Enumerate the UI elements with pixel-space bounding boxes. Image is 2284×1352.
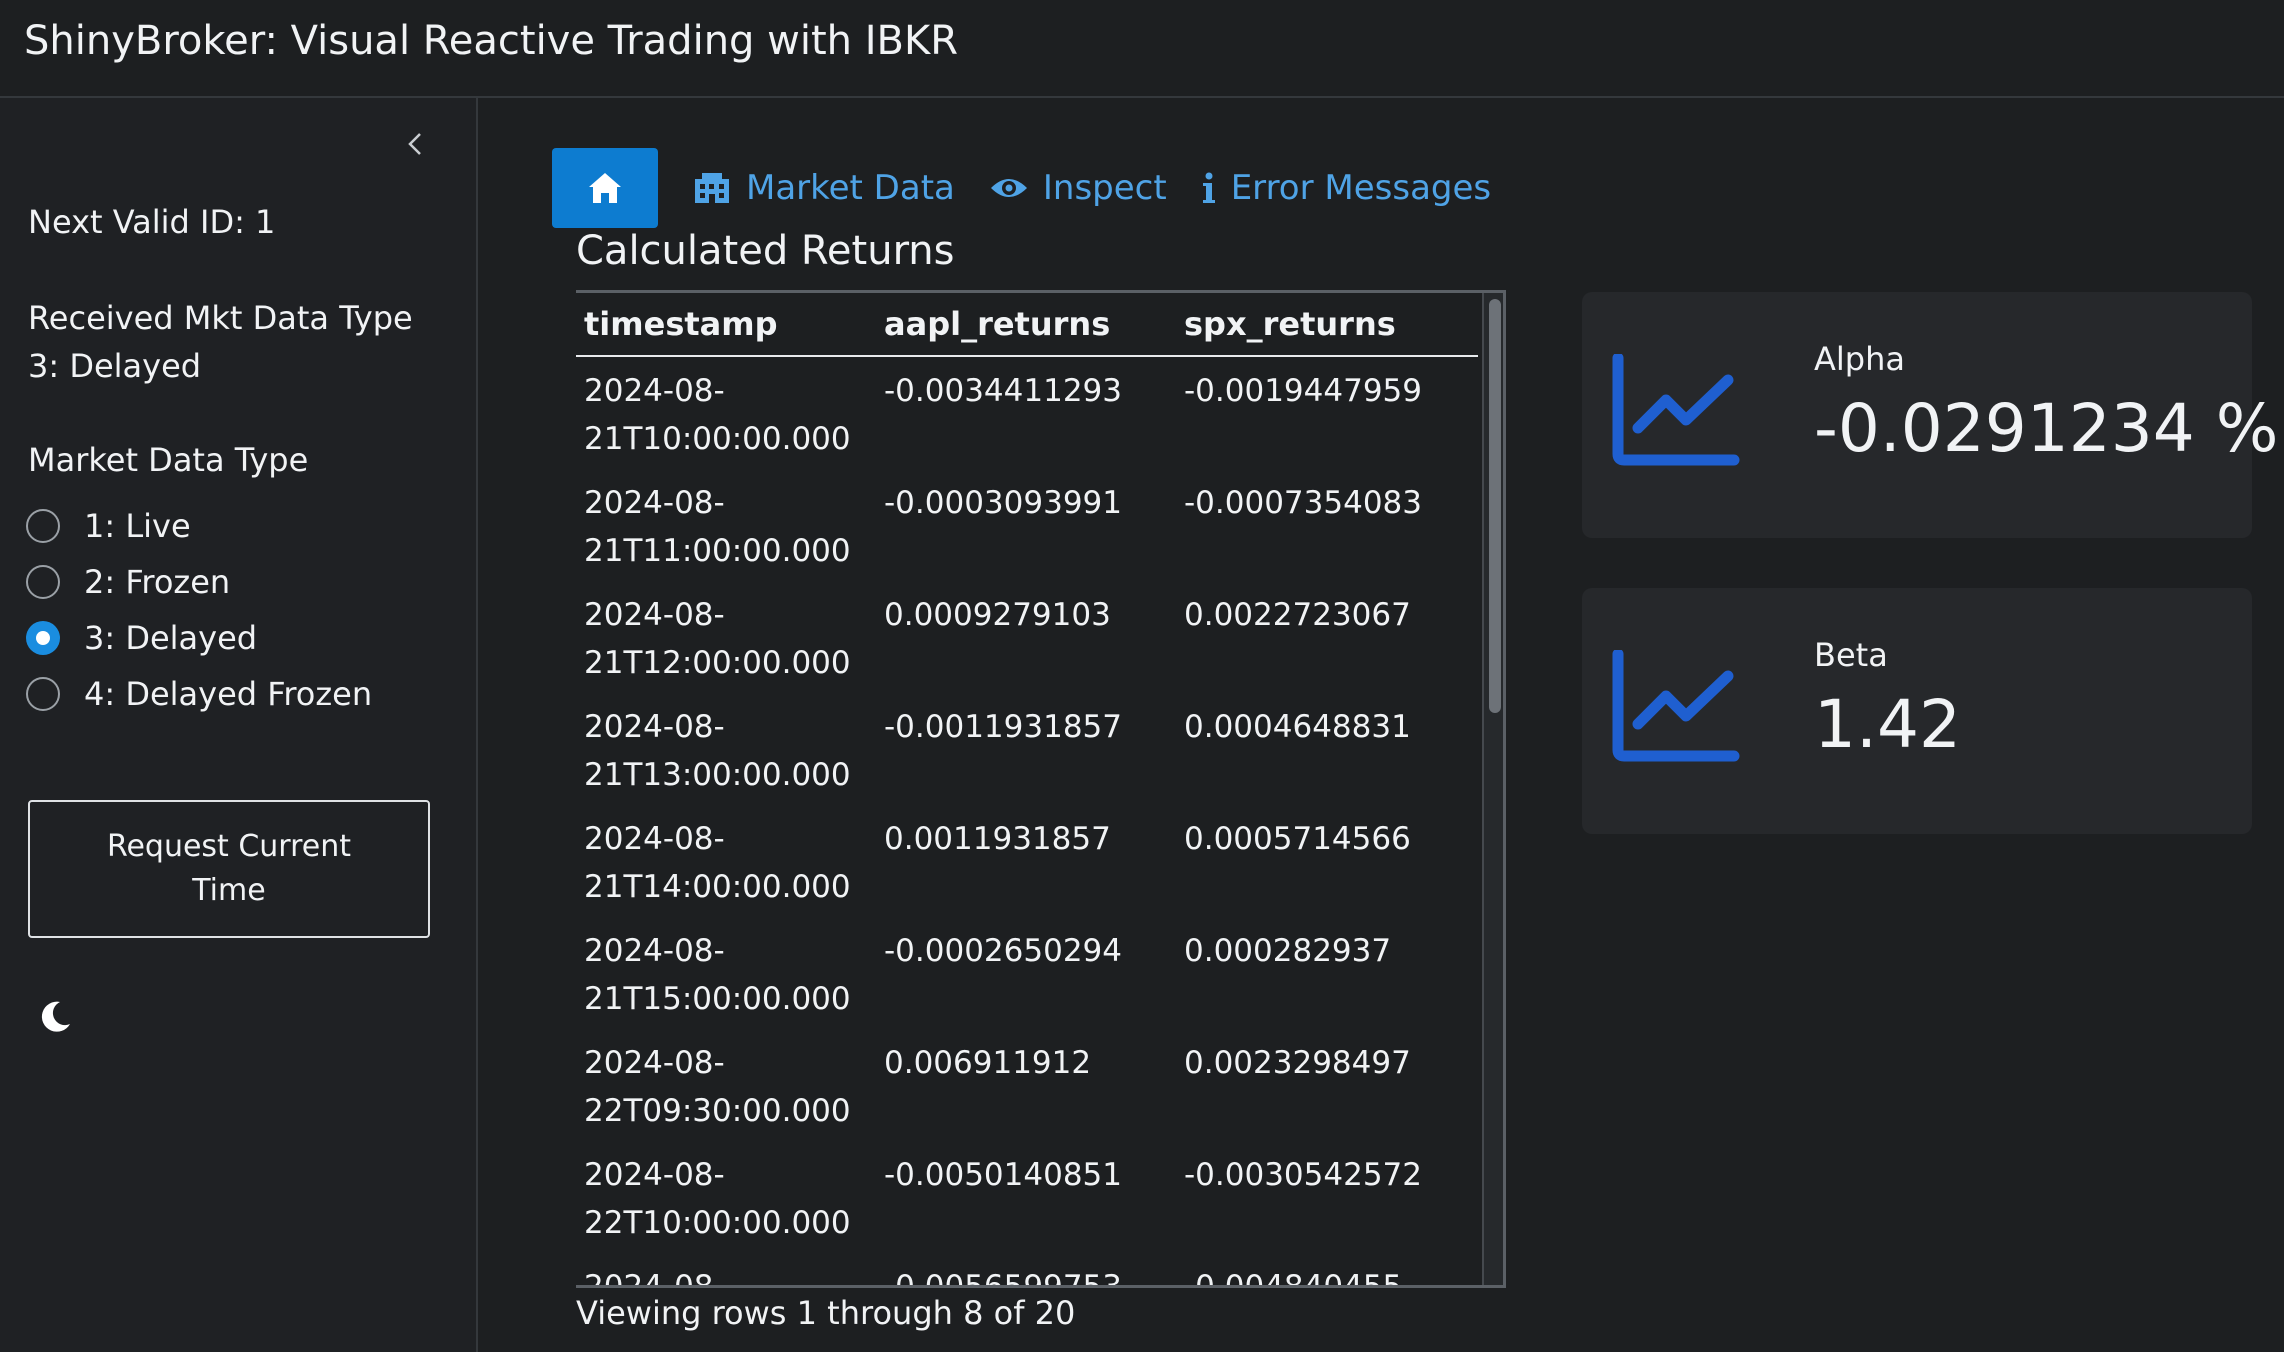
tab-label: Inspect <box>1042 168 1167 208</box>
cell-aapl-returns: -0.0003093991 <box>884 485 1122 521</box>
cell-timestamp: 2024-08- 21T15:00:00.000 <box>584 933 851 1017</box>
scrollbar-thumb[interactable] <box>1489 299 1501 713</box>
request-current-time-button[interactable]: Request Current Time <box>28 800 430 938</box>
cell-timestamp: 2024-08- <box>584 1269 725 1288</box>
tab-error-messages[interactable]: Error Messages <box>1201 168 1491 208</box>
column-header-aapl-returns[interactable]: aapl_returns <box>876 305 1176 343</box>
radio-button[interactable] <box>26 565 60 599</box>
sidebar-collapse-icon[interactable] <box>400 128 432 160</box>
cell-spx-returns: -0.004840455 <box>1184 1269 1403 1288</box>
table-scrollbar[interactable] <box>1482 293 1503 1285</box>
nav-tabs: Market Data Inspect Error Messages <box>552 148 1491 228</box>
alpha-value-box: Alpha -0.0291234 % <box>1582 292 2278 538</box>
next-valid-id-text: Next Valid ID: 1 <box>28 203 276 241</box>
table-header: timestamp aapl_returns spx_returns <box>576 293 1478 357</box>
cell-spx-returns: 0.0023298497 <box>1184 1045 1411 1081</box>
cell-aapl-returns: -0.0050140851 <box>884 1157 1122 1193</box>
alpha-value: -0.0291234 % <box>1814 390 2279 467</box>
eye-icon <box>990 179 1027 197</box>
app-title: ShinyBroker: Visual Reactive Trading wit… <box>24 18 958 64</box>
cell-aapl-returns: 0.0011931857 <box>884 821 1111 857</box>
tab-inspect[interactable]: Inspect <box>989 168 1167 208</box>
building-icon <box>695 173 729 203</box>
radio-option-live[interactable]: 1: Live <box>26 498 446 554</box>
dark-mode-moon-icon[interactable] <box>36 996 76 1036</box>
cell-spx-returns: -0.0030542572 <box>1184 1157 1422 1193</box>
radio-button-selected[interactable] <box>26 621 60 655</box>
radio-option-delayed[interactable]: 3: Delayed <box>26 610 446 666</box>
beta-label: Beta <box>1814 636 1888 674</box>
radio-label: 4: Delayed Frozen <box>84 675 373 713</box>
cell-aapl-returns: 0.006911912 <box>884 1045 1092 1081</box>
table-row[interactable]: 2024-08- -0.0056599753 -0.004840455 <box>576 1253 1478 1288</box>
cell-timestamp: 2024-08- 21T10:00:00.000 <box>584 373 851 457</box>
tab-label: Error Messages <box>1230 168 1492 208</box>
table-row-count: Viewing rows 1 through 8 of 20 <box>576 1294 1076 1332</box>
cell-timestamp: 2024-08- 21T12:00:00.000 <box>584 597 851 681</box>
radio-label: 2: Frozen <box>84 563 231 601</box>
market-data-type-label: Market Data Type <box>28 441 309 479</box>
tab-market-data[interactable]: Market Data <box>692 168 955 208</box>
table-row[interactable]: 2024-08- 21T13:00:00.000 -0.0011931857 0.00… <box>576 693 1478 805</box>
cell-aapl-returns: 0.0009279103 <box>884 597 1111 633</box>
radio-button[interactable] <box>26 509 60 543</box>
table-row[interactable]: 2024-08- 21T10:00:00.000 -0.0034411293 -0.0… <box>576 357 1478 469</box>
radio-option-frozen[interactable]: 2: Frozen <box>26 554 446 610</box>
app-header: ShinyBroker: Visual Reactive Trading wit… <box>0 0 2284 98</box>
table-row[interactable]: 2024-08- 21T15:00:00.000 -0.0002650294 0.00… <box>576 917 1478 1029</box>
column-header-timestamp[interactable]: timestamp <box>576 305 876 343</box>
cell-spx-returns: 0.0022723067 <box>1184 597 1411 633</box>
cell-spx-returns: 0.0004648831 <box>1184 709 1411 745</box>
beta-value: 1.42 <box>1814 686 1961 763</box>
chart-line-icon <box>1610 352 1742 472</box>
tab-home[interactable] <box>552 148 658 228</box>
table-row[interactable]: 2024-08- 21T11:00:00.000 -0.0003093991 -0.0… <box>576 469 1478 581</box>
cell-spx-returns: -0.0007354083 <box>1184 485 1422 521</box>
cell-aapl-returns: -0.0034411293 <box>884 373 1122 409</box>
cell-spx-returns: -0.0019447959 <box>1184 373 1422 409</box>
alpha-label: Alpha <box>1814 340 1905 378</box>
cell-spx-returns: 0.0005714566 <box>1184 821 1411 857</box>
radio-option-delayed-frozen[interactable]: 4: Delayed Frozen <box>26 666 446 722</box>
cell-aapl-returns: -0.0056599753 <box>884 1269 1122 1288</box>
chart-line-icon <box>1610 648 1742 768</box>
cell-aapl-returns: -0.0002650294 <box>884 933 1122 969</box>
cell-timestamp: 2024-08- 22T09:30:00.000 <box>584 1045 851 1129</box>
cell-aapl-returns: -0.0011931857 <box>884 709 1122 745</box>
home-icon <box>589 173 621 203</box>
radio-label: 1: Live <box>84 507 191 545</box>
table-row[interactable]: 2024-08- 21T14:00:00.000 0.0011931857 0.000… <box>576 805 1478 917</box>
cell-timestamp: 2024-08- 21T11:00:00.000 <box>584 485 851 569</box>
radio-label: 3: Delayed <box>84 619 258 657</box>
radio-button[interactable] <box>26 677 60 711</box>
beta-value-box: Beta 1.42 <box>1582 588 2252 834</box>
table-body: 2024-08- 21T10:00:00.000 -0.0034411293 -0.0… <box>576 357 1478 1288</box>
returns-table[interactable]: timestamp aapl_returns spx_returns 2024-… <box>576 290 1506 1288</box>
received-data-type-text: Received Mkt Data Type 3: Delayed <box>28 299 413 385</box>
table-row[interactable]: 2024-08- 22T09:30:00.000 0.006911912 0.0023… <box>576 1029 1478 1141</box>
info-icon <box>1202 172 1215 203</box>
table-row[interactable]: 2024-08- 21T12:00:00.000 0.0009279103 0.002… <box>576 581 1478 693</box>
market-data-type-radio-group: 1: Live 2: Frozen 3: Delayed 4: Delayed … <box>26 498 446 722</box>
cell-spx-returns: 0.000282937 <box>1184 933 1392 969</box>
sidebar: Next Valid ID: 1 Received Mkt Data Type … <box>0 98 478 1352</box>
column-header-spx-returns[interactable]: spx_returns <box>1176 305 1478 343</box>
cell-timestamp: 2024-08- 21T13:00:00.000 <box>584 709 851 793</box>
calculated-returns-title: Calculated Returns <box>576 228 955 274</box>
cell-timestamp: 2024-08- 21T14:00:00.000 <box>584 821 851 905</box>
main-panel: Market Data Inspect Error Messages Calcu… <box>478 98 2284 1352</box>
table-row[interactable]: 2024-08- 22T10:00:00.000 -0.0050140851 -0.0… <box>576 1141 1478 1253</box>
cell-timestamp: 2024-08- 22T10:00:00.000 <box>584 1157 851 1241</box>
tab-label: Market Data <box>746 168 955 208</box>
